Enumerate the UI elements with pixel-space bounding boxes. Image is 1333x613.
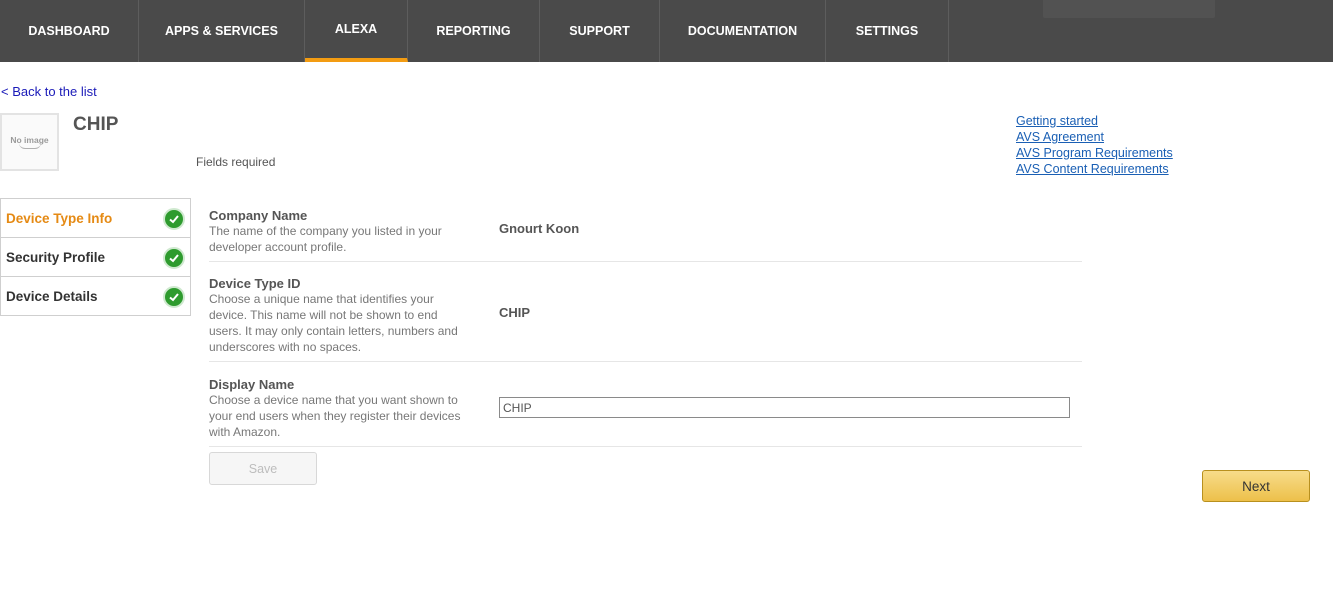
display-name-row: Display Name Choose a device name that y… (209, 362, 1082, 447)
amazon-smile-icon (18, 143, 41, 149)
tab-alexa[interactable]: ALEXA (305, 0, 408, 62)
device-type-id-label: Device Type ID (209, 276, 301, 291)
company-name-description: The name of the company you listed in yo… (209, 224, 442, 254)
device-type-form: Company Name The name of the company you… (209, 204, 1082, 447)
account-menu-ghost (1043, 0, 1215, 18)
display-name-input[interactable] (499, 397, 1070, 418)
tab-settings[interactable]: SETTINGS (826, 0, 949, 62)
check-icon (163, 247, 185, 269)
next-button[interactable]: Next (1202, 470, 1310, 502)
avs-content-requirements-link[interactable]: AVS Content Requirements (1016, 161, 1173, 177)
device-type-id-value: CHIP (499, 305, 531, 320)
device-image-placeholder: No image (0, 113, 59, 171)
step-label: Device Details (6, 288, 98, 304)
page-title: CHIP (73, 114, 119, 135)
tab-dashboard[interactable]: DASHBOARD (0, 0, 139, 62)
step-label: Security Profile (6, 249, 106, 265)
device-type-id-row: Device Type ID Choose a unique name that… (209, 262, 1082, 362)
save-button[interactable]: Save (209, 452, 317, 485)
fields-required-note: Fields required (196, 155, 276, 169)
display-name-label: Display Name (209, 377, 295, 392)
help-links: Getting started AVS Agreement AVS Progra… (1016, 113, 1173, 177)
tab-apps-services[interactable]: APPS & SERVICES (139, 0, 305, 62)
top-navigation: DASHBOARD APPS & SERVICES ALEXA REPORTIN… (0, 0, 1333, 62)
back-to-list-link[interactable]: < Back to the list (1, 84, 97, 99)
company-name-row: Company Name The name of the company you… (209, 204, 1082, 262)
tab-documentation[interactable]: DOCUMENTATION (660, 0, 826, 62)
company-name-value: Gnourt Koon (499, 221, 580, 236)
check-icon (163, 208, 185, 230)
tab-support[interactable]: SUPPORT (540, 0, 660, 62)
display-name-description: Choose a device name that you want shown… (209, 393, 461, 439)
step-security-profile[interactable]: Security Profile (1, 238, 190, 277)
steps-sidebar: Device Type Info Security Profile Device… (0, 198, 191, 316)
company-name-label: Company Name (209, 208, 308, 223)
avs-agreement-link[interactable]: AVS Agreement (1016, 129, 1173, 145)
avs-program-requirements-link[interactable]: AVS Program Requirements (1016, 145, 1173, 161)
step-device-details[interactable]: Device Details (1, 277, 190, 315)
step-device-type-info[interactable]: Device Type Info (1, 199, 190, 238)
tab-reporting[interactable]: REPORTING (408, 0, 540, 62)
device-type-id-description: Choose a unique name that identifies you… (209, 292, 458, 354)
step-label: Device Type Info (6, 210, 113, 226)
getting-started-link[interactable]: Getting started (1016, 113, 1173, 129)
check-icon (163, 286, 185, 308)
